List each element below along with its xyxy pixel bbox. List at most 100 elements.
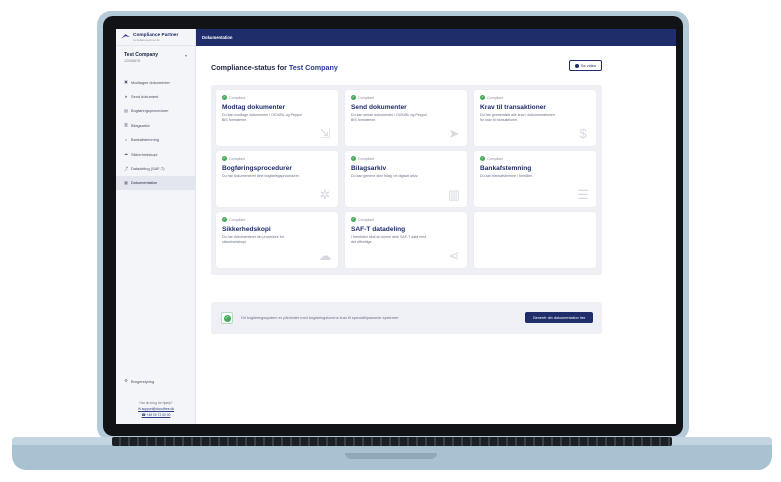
check-icon: ✓ (351, 95, 356, 100)
card-bogforingsprocedurer[interactable]: ✓ Compliant Bogføringsprocedurer Du har d… (216, 151, 338, 207)
card-krav-til-transaktioner[interactable]: ✓ Compliant Krav til transaktioner Du har… (474, 90, 596, 146)
check-icon: ✓ (222, 95, 227, 100)
sidebar-item-label: Dokumentation (131, 180, 158, 186)
empty-card-slot (474, 212, 596, 268)
sidebar-item-label: Datadeling (SAF-T) (131, 166, 165, 172)
sidebar-item-bogforingsprocedurer[interactable]: ▤ Bogføringsprocedurer (116, 104, 195, 118)
sidebar-item-label: Send dokument (131, 94, 159, 100)
help-title: Har du brug for hjælp? (139, 401, 173, 405)
page-title-company: Test Company (288, 63, 338, 72)
laptop-mockup: Compliance Partner compliancepartner.dk … (0, 0, 781, 482)
sidebar-item-brugerstyring[interactable]: ⚙ Brugerstyring (116, 374, 196, 388)
sidebar-item-datadeling[interactable]: ⤴ Datadeling (SAF-T) (116, 161, 195, 175)
card-title: SAF-T datadeling (351, 226, 406, 233)
cloud-icon: ☁ (124, 151, 128, 157)
card-send-dokumenter[interactable]: ✓ Compliant Send dokumenter Du kan sende … (345, 90, 467, 146)
status-badge: ✓ Compliant (222, 156, 245, 161)
share-icon: ⋖ (448, 248, 460, 263)
sidebar-item-send-dokument[interactable]: ➤ Send dokument (116, 89, 195, 103)
cloud-upload-icon: ☁ (318, 248, 332, 263)
archive-icon: ▥ (124, 122, 128, 128)
sidebar-item-label: Bankafstemning (131, 137, 159, 143)
sidebar-item-label: Brugerstyring (131, 378, 155, 384)
card-title: Bogføringsprocedurer (222, 165, 292, 172)
status-badge: ✓ Compliant (222, 217, 245, 222)
card-description: Du kan gemme dine bilag i et digitalt ar… (351, 174, 419, 178)
barcode-icon: ▥ (447, 187, 461, 202)
phone-icon: ☎ (141, 413, 146, 417)
check-icon: ✓ (351, 217, 356, 222)
status-badge: ✓ Compliant (480, 95, 503, 100)
card-saf-t-datadeling[interactable]: ✓ Compliant SAF-T datadeling I fremtiden … (345, 212, 467, 268)
banner-text: Dit bogføringssystem er påmindet med bog… (241, 315, 400, 320)
sidebar-item-label: Sikkerhedskopi (131, 151, 158, 157)
sidebar-item-modtagne-dokumenter[interactable]: ▣ Modtagne dokumenter (116, 75, 195, 89)
trackpad-notch (345, 453, 437, 459)
help-phone-link[interactable]: ☎ +45 00 72 00 00 (116, 413, 196, 417)
card-description: Du har dokumenteret din procedure for si… (222, 235, 284, 244)
list-icon: ☰ (577, 187, 589, 202)
status-label: Compliant (487, 156, 504, 161)
help-email-link[interactable]: ✉ support@cloudfree.dk (116, 407, 196, 411)
check-icon: ✓ (222, 217, 227, 222)
card-title: Bilagsarkiv (351, 165, 387, 172)
status-label: Compliant (358, 95, 375, 100)
check-icon: ✓ (351, 156, 356, 161)
check-icon: ✓ (480, 156, 485, 161)
card-description: Du kan modtage dokumenter i OIOUBL og Pe… (222, 113, 302, 122)
book-icon: ▤ (124, 107, 128, 113)
card-title: Krav til transaktioner (480, 104, 546, 111)
network-icon: ✲ (319, 187, 331, 202)
page-breadcrumb: Dokumentation (202, 35, 233, 40)
check-icon: ✓ (222, 156, 227, 161)
brand-name: Compliance Partner (133, 32, 179, 38)
card-title: Modtag dokumenter (222, 104, 286, 111)
download-icon: ⇲ (319, 126, 331, 141)
gear-icon: ⚙ (124, 378, 128, 384)
sidebar: Compliance Partner compliancepartner.dk … (116, 29, 196, 424)
status-label: Compliant (229, 156, 246, 161)
check-icon: ✓ (223, 314, 231, 322)
send-icon: ➤ (124, 93, 128, 99)
check-icon: ✓ (480, 95, 485, 100)
sidebar-nav: ▣ Modtagne dokumenter ➤ Send dokument ▤ … (116, 75, 195, 191)
sidebar-item-bankafstemning[interactable]: ⌂ Bankafstemning (116, 133, 195, 147)
company-switcher[interactable]: Test Company 12345678 ▾ (116, 46, 195, 63)
card-description: I fremtiden skal du kunne dele SAF-T dat… (351, 235, 427, 244)
sidebar-item-label: Bilagsarkiv (131, 122, 150, 128)
help-phone: +45 00 72 00 00 (146, 413, 171, 417)
card-description: Du kan sende dokumenter i OIOUBL og Pepp… (351, 113, 427, 122)
inbox-icon: ▣ (124, 79, 128, 85)
status-badge: ✓ Compliant (351, 95, 374, 100)
generate-documentation-button[interactable]: Generér din dokumentation her (525, 312, 593, 323)
card-sikkerhedskopi[interactable]: ✓ Compliant Sikkerhedskopi Du har dokumen… (216, 212, 338, 268)
sidebar-item-sikkerhedskopi[interactable]: ☁ Sikkerhedskopi (116, 147, 195, 161)
card-modtag-dokumenter[interactable]: ✓ Compliant Modtag dokumenter Du kan modt… (216, 90, 338, 146)
play-icon (574, 63, 579, 68)
brand-logo[interactable]: Compliance Partner compliancepartner.dk (116, 29, 195, 46)
card-bilagsarkiv[interactable]: ✓ Compliant Bilagsarkiv Du kan gemme dine… (345, 151, 467, 207)
bank-icon: ⌂ (124, 136, 128, 142)
keyboard-strip (112, 437, 672, 446)
mail-icon: ✉ (138, 407, 141, 411)
watch-video-button[interactable]: Se video (569, 60, 602, 71)
sidebar-item-dokumentation[interactable]: ▦ Dokumentation (116, 175, 195, 191)
status-label: Compliant (358, 156, 375, 161)
card-description: Du har gennemført alle krav i dokumentat… (480, 113, 555, 122)
status-badge: ✓ Compliant (480, 156, 503, 161)
status-badge: ✓ Compliant (351, 156, 374, 161)
app-window: Compliance Partner compliancepartner.dk … (116, 29, 676, 424)
card-title: Send dokumenter (351, 104, 407, 111)
banner-check-box: ✓ (221, 312, 233, 324)
card-bankafstemning[interactable]: ✓ Compliant Bankafstemning Du kan bankafs… (474, 151, 596, 207)
status-label: Compliant (229, 95, 246, 100)
status-label: Compliant (358, 217, 375, 222)
coin-icon: $ (579, 126, 587, 141)
sidebar-item-label: Modtagne dokumenter (131, 79, 170, 85)
brand-tagline: compliancepartner.dk (133, 37, 160, 42)
status-badge: ✓ Compliant (351, 217, 374, 222)
help-email: support@cloudfree.dk (141, 407, 174, 411)
documentation-banner: ✓ Dit bogføringssystem er påmindet med b… (211, 302, 602, 334)
top-bar: Dokumentation (196, 29, 676, 46)
sidebar-item-bilagsarkiv[interactable]: ▥ Bilagsarkiv (116, 118, 195, 132)
